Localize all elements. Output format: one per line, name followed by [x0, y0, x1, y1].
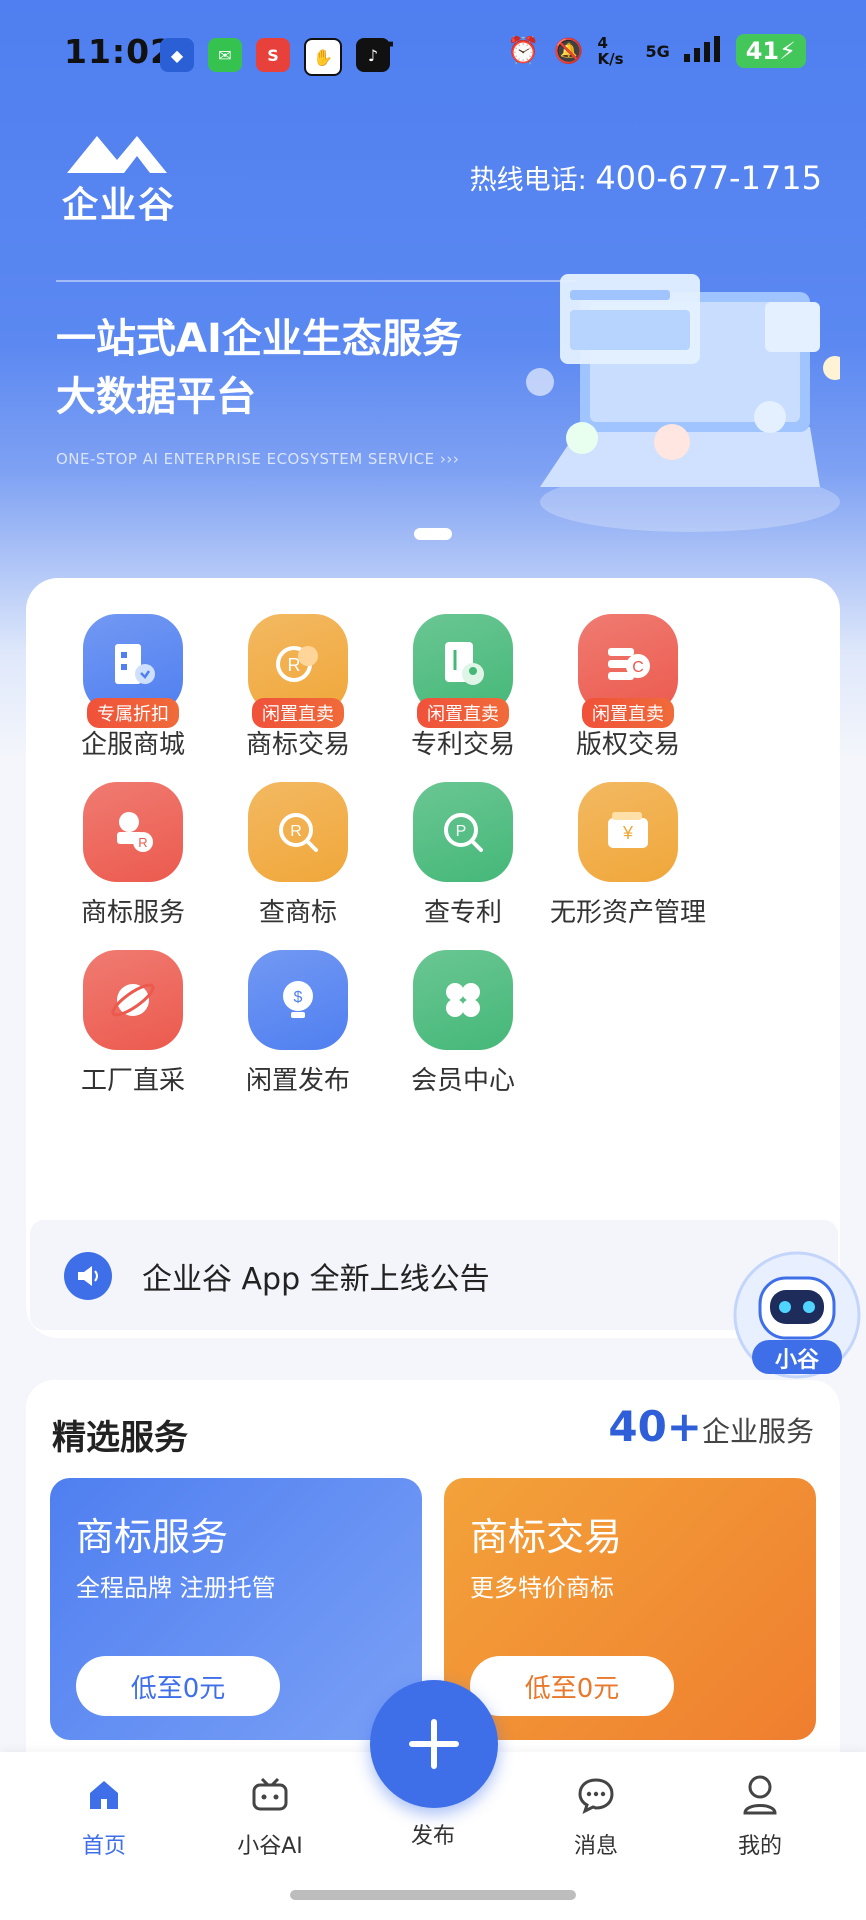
tab-ai[interactable]: 小谷AI [210, 1772, 330, 1860]
planet-icon [83, 950, 183, 1050]
tab-messages-label: 消息 [573, 1834, 618, 1859]
tile-title: 商标服务 [76, 1515, 229, 1559]
tab-profile[interactable]: 我的 [700, 1772, 820, 1860]
tile-price-button[interactable]: 低至0元 [76, 1656, 280, 1716]
tab-home-label: 首页 [81, 1834, 126, 1859]
wechat-icon: ✉ [208, 38, 242, 72]
status-bar: 11:02 ◆ ✉ S ✋ ♪ ··· ⏰ 🔕 4 K/s 5G 41⚡ [0, 0, 866, 100]
hotline-label: 热线电话: [469, 165, 587, 196]
svg-text:P: P [456, 823, 467, 840]
banner-subtitle: ONE-STOP AI ENTERPRISE ECOSYSTEM SERVICE… [56, 450, 460, 468]
battery-level: 41 [745, 37, 780, 65]
tv-robot-icon [247, 1772, 293, 1818]
svg-text:$: $ [294, 989, 303, 1006]
speaker-icon [64, 1252, 112, 1300]
banner-title-line2: 大数据平台 [56, 374, 256, 420]
svg-text:¥: ¥ [622, 823, 634, 843]
service-badge: 闲置直卖 [417, 698, 509, 728]
service-label: 无形资产管理 [549, 898, 706, 928]
tab-publish-label: 发布 [410, 1824, 455, 1849]
status-right: ⏰ 🔕 4 K/s 5G 41⚡ [507, 34, 806, 68]
svg-text:C: C [632, 659, 644, 676]
wallet-icon: ¥ [578, 782, 678, 882]
trademark-icon: R 闲置直卖 [248, 614, 348, 728]
laptop-illustration [520, 262, 847, 542]
hotline-number[interactable]: 400-677-1715 [595, 159, 822, 197]
signal-icon [683, 35, 722, 67]
tile-trademark-trade[interactable]: 商标交易 更多特价商标 低至0元 [444, 1478, 816, 1740]
service-label: 版权交易 [575, 730, 680, 760]
more-notifications-icon: ··· [366, 30, 396, 60]
logo-text: 企业谷 [62, 185, 177, 226]
tile-price-button[interactable]: 低至0元 [470, 1656, 674, 1716]
tile-subtitle: 全程品牌 注册托管 [76, 1574, 276, 1602]
service-badge: 闲置直卖 [252, 698, 344, 728]
status-time: 11:02 [64, 32, 175, 71]
tile-subtitle: 更多特价商标 [470, 1574, 614, 1602]
lightbulb-icon: $ [248, 950, 348, 1050]
tab-ai-label: 小谷AI [237, 1834, 303, 1859]
stamp-icon: R [83, 782, 183, 882]
tile-trademark-service[interactable]: 商标服务 全程品牌 注册托管 低至0元 [50, 1478, 422, 1740]
tab-publish[interactable]: 发布 [373, 1818, 493, 1850]
home-indicator[interactable] [290, 1890, 576, 1900]
mute-icon: 🔕 [553, 37, 584, 65]
hotline[interactable]: 热线电话: 400-677-1715 [470, 158, 822, 197]
patent-doc-icon: 闲置直卖 [413, 614, 513, 728]
service-11[interactable]: 会员中心 [363, 950, 563, 1097]
svg-text:R: R [290, 823, 302, 840]
featured-count-label: 企业服务 [701, 1415, 814, 1448]
service-8[interactable]: ¥ 无形资产管理 [528, 782, 728, 929]
ai-assistant-button[interactable]: 小谷 [730, 1250, 864, 1380]
tab-profile-label: 我的 [737, 1834, 782, 1859]
hand-icon: ✋ [304, 38, 342, 76]
publish-plus-button[interactable] [370, 1680, 498, 1808]
ai-assistant-label: 小谷 [774, 1348, 819, 1373]
service-label: 会员中心 [410, 1066, 515, 1096]
copyright-icon: C 闲置直卖 [578, 614, 678, 728]
plus-icon [409, 1719, 459, 1769]
clover-icon [413, 950, 513, 1050]
chat-bubble-icon [573, 1772, 619, 1818]
carousel-indicator[interactable] [414, 528, 452, 540]
svg-text:R: R [138, 835, 147, 850]
banner-title-line1: 一站式AI企业生态服务 [56, 316, 462, 362]
announcement-bar[interactable]: 企业谷 App 全新上线公告 [30, 1220, 838, 1330]
notification-icons: ◆ ✉ S ✋ ♪ [160, 38, 390, 76]
banner-divider [56, 280, 576, 282]
service-badge: 专属折扣 [87, 698, 179, 728]
banner-title[interactable]: 一站式AI企业生态服务 大数据平台 [56, 310, 462, 426]
battery-indicator: 41⚡ [735, 34, 806, 68]
announcement-text: 企业谷 App 全新上线公告 [142, 1262, 490, 1297]
building-icon: 专属折扣 [83, 614, 183, 728]
search-trademark-icon: R [248, 782, 348, 882]
service-badge: 闲置直卖 [582, 698, 674, 728]
tab-messages[interactable]: 消息 [536, 1772, 656, 1860]
tab-home[interactable]: 首页 [44, 1772, 164, 1860]
tile-title: 商标交易 [470, 1515, 623, 1559]
alarm-icon: ⏰ [507, 36, 540, 66]
mountain-logo-icon [67, 136, 167, 173]
signal-label: 5G [645, 41, 670, 61]
network-speed: 4 K/s [597, 34, 624, 68]
weibo-icon: S [256, 38, 290, 72]
featured-count: 40+企业服务 [608, 1402, 814, 1451]
service-4[interactable]: C 闲置直卖 版权交易 [528, 614, 728, 761]
app-notification-icon: ◆ [160, 38, 194, 72]
search-patent-icon: P [413, 782, 513, 882]
featured-count-number: 40+ [608, 1402, 702, 1451]
brand-logo: 企业谷 [62, 128, 182, 226]
user-icon [737, 1772, 783, 1818]
home-icon [81, 1772, 127, 1818]
featured-title: 精选服务 [52, 1418, 188, 1458]
